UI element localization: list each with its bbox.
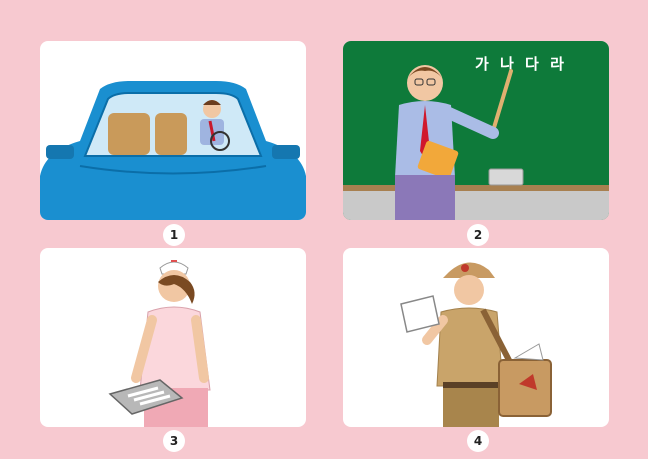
panel-1-number: 1	[163, 224, 185, 246]
panel-3-card[interactable]	[40, 248, 306, 427]
chalkboard-text: 가 나 다 라	[475, 55, 567, 73]
panel-1-card[interactable]	[40, 41, 306, 220]
teacher-at-chalkboard-illustration: 가 나 다 라	[343, 41, 609, 220]
panel-3-number: 3	[163, 430, 185, 452]
panel-2-number: 2	[467, 224, 489, 246]
driver-in-car-illustration	[40, 81, 306, 220]
panel-4-card[interactable]	[343, 248, 609, 427]
nurse-with-tray-illustration	[108, 260, 211, 427]
panel-4-number: 4	[467, 430, 489, 452]
panel-2-card[interactable]: 가 나 다 라	[343, 41, 609, 220]
mail-carrier-with-letter-illustration	[400, 262, 552, 427]
